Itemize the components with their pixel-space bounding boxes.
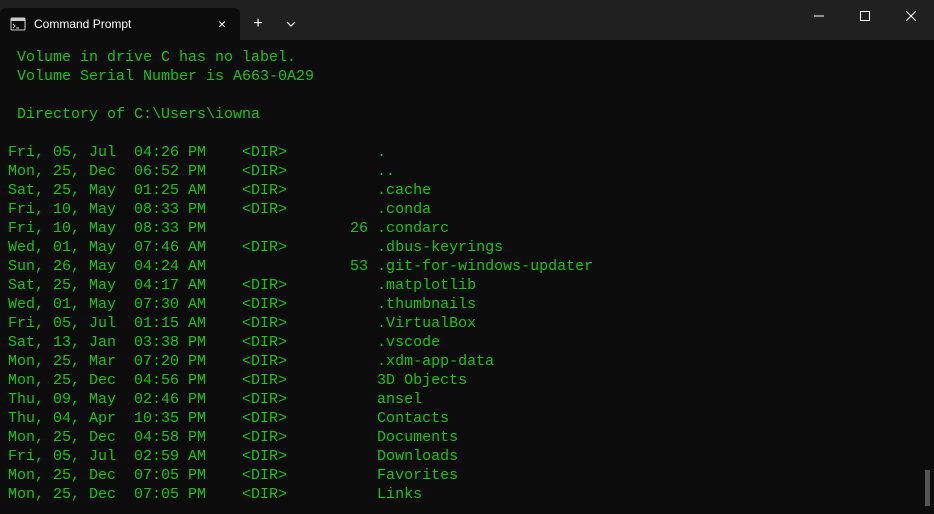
window-controls (796, 0, 934, 40)
dir-entry: Mon, 25, Dec 06:52 PM <DIR> .. (8, 162, 926, 181)
dir-entry: Wed, 01, May 07:46 AM <DIR> .dbus-keyrin… (8, 238, 926, 257)
tab-command-prompt[interactable]: Command Prompt ✕ (0, 8, 240, 40)
scrollbar-thumb[interactable] (925, 470, 930, 506)
dir-entry: Fri, 05, Jul 04:26 PM <DIR> . (8, 143, 926, 162)
blank-line (8, 86, 926, 105)
dir-entry: Sat, 25, May 01:25 AM <DIR> .cache (8, 181, 926, 200)
tab-title: Command Prompt (34, 17, 204, 31)
cmd-icon (10, 16, 26, 32)
dir-entry: Sat, 13, Jan 03:38 PM <DIR> .vscode (8, 333, 926, 352)
dir-entry: Fri, 05, Jul 02:59 AM <DIR> Downloads (8, 447, 926, 466)
dir-entry: Mon, 25, Dec 04:58 PM <DIR> Documents (8, 428, 926, 447)
dir-entry: Thu, 04, Apr 10:35 PM <DIR> Contacts (8, 409, 926, 428)
volume-line: Volume in drive C has no label. (8, 48, 926, 67)
dir-entry: Fri, 10, May 08:33 PM <DIR> .conda (8, 200, 926, 219)
dir-entry: Thu, 09, May 02:46 PM <DIR> ansel (8, 390, 926, 409)
terminal-output[interactable]: Volume in drive C has no label. Volume S… (0, 40, 934, 504)
maximize-button[interactable] (842, 0, 888, 32)
dir-entry: Sun, 26, May 04:24 AM 53 .git-for-window… (8, 257, 926, 276)
blank-line (8, 124, 926, 143)
dir-entry: Mon, 25, Mar 07:20 PM <DIR> .xdm-app-dat… (8, 352, 926, 371)
dir-entry: Fri, 05, Jul 01:15 AM <DIR> .VirtualBox (8, 314, 926, 333)
minimize-button[interactable] (796, 0, 842, 32)
serial-line: Volume Serial Number is A663-0A29 (8, 67, 926, 86)
titlebar: Command Prompt ✕ + (0, 0, 934, 40)
dir-entry: Mon, 25, Dec 07:05 PM <DIR> Links (8, 485, 926, 504)
new-tab-button[interactable]: + (240, 8, 276, 40)
dir-entry: Wed, 01, May 07:30 AM <DIR> .thumbnails (8, 295, 926, 314)
dir-entry: Mon, 25, Dec 04:56 PM <DIR> 3D Objects (8, 371, 926, 390)
tab-dropdown-button[interactable] (276, 8, 306, 40)
dir-entry: Mon, 25, Dec 07:05 PM <DIR> Favorites (8, 466, 926, 485)
close-tab-button[interactable]: ✕ (212, 14, 232, 34)
directory-line: Directory of C:\Users\iowna (8, 105, 926, 124)
dir-entry: Fri, 10, May 08:33 PM 26 .condarc (8, 219, 926, 238)
dir-entry: Sat, 25, May 04:17 AM <DIR> .matplotlib (8, 276, 926, 295)
close-window-button[interactable] (888, 0, 934, 32)
